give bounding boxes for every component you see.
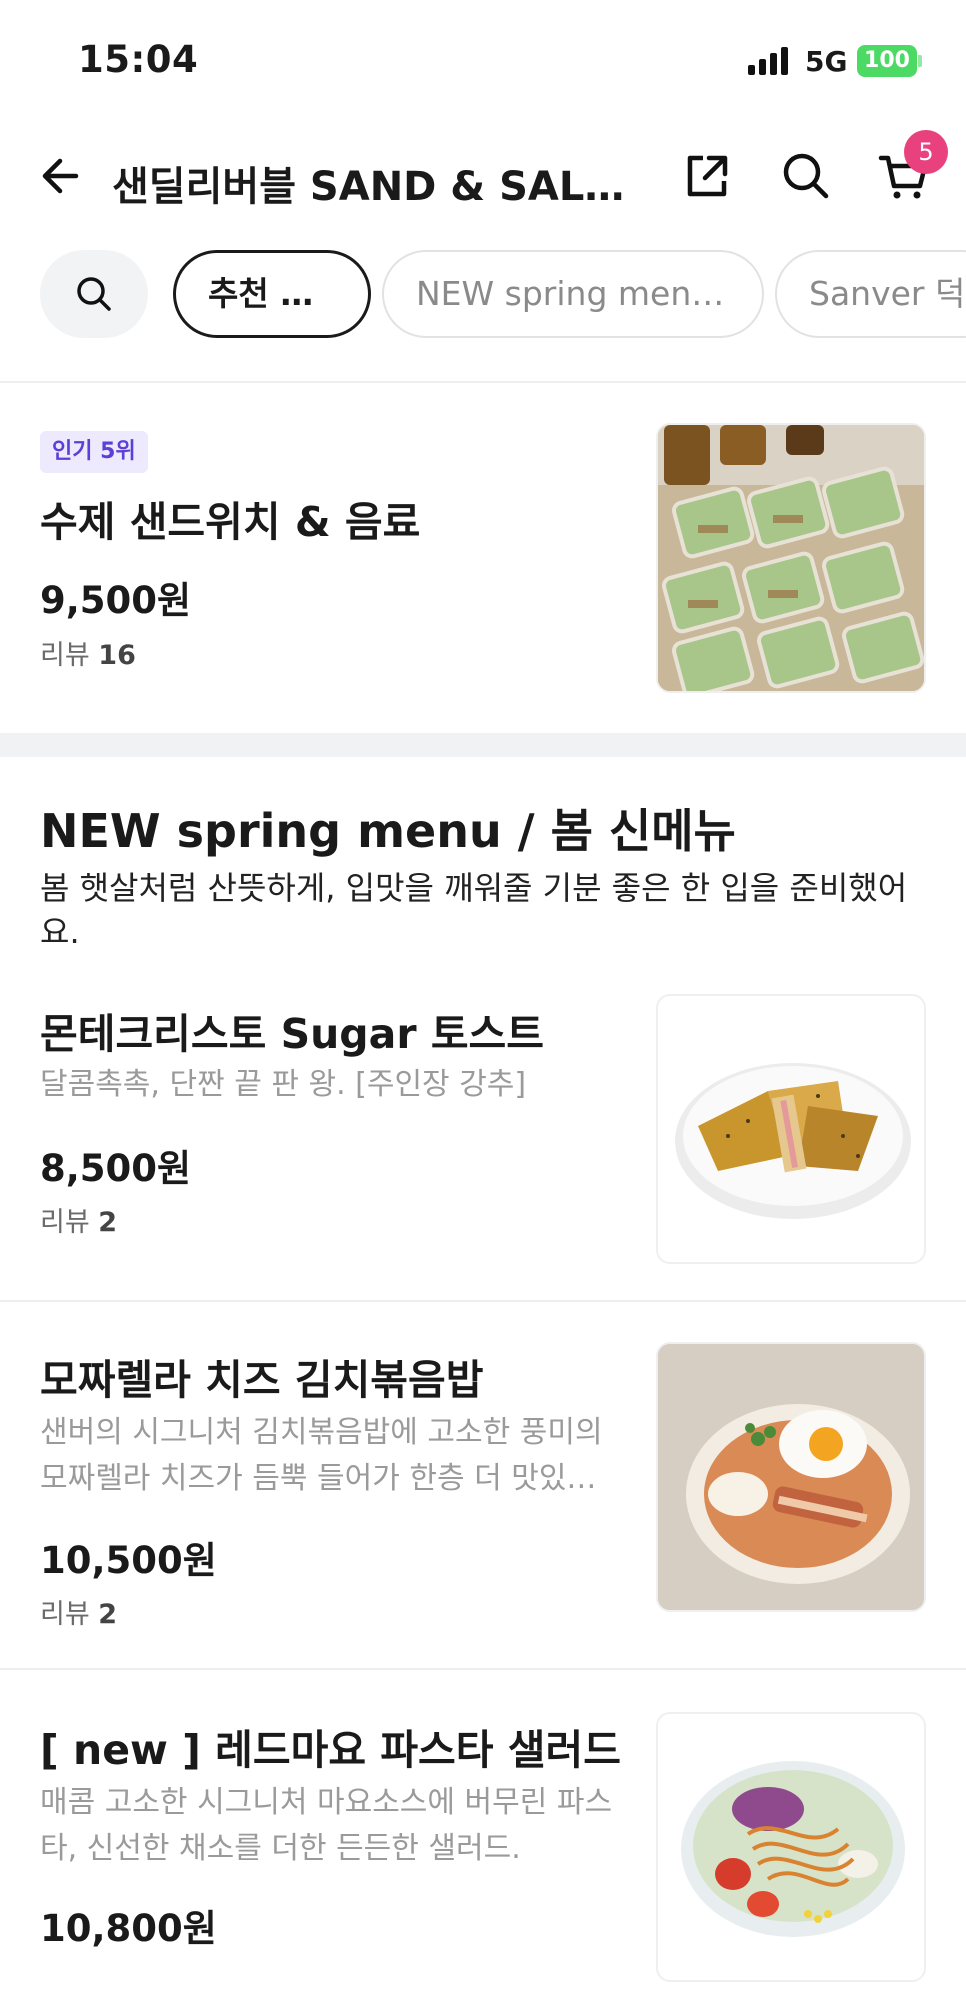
back-arrow-icon[interactable]: [36, 150, 88, 202]
chip-sanver[interactable]: Sanver 덕: [775, 250, 966, 338]
item-description: 샌버의 시그니처 김치볶음밥에 고소한 풍미의 모짜렐라 치즈가 듬뿍 들어가 …: [40, 1415, 603, 1496]
menu-search-button[interactable]: [40, 250, 148, 338]
menu-item[interactable]: 모짜렐라 치즈 김치볶음밥 샌버의 시그니처 김치볶음밥에 고소한 풍미의 모짜…: [0, 1302, 966, 1668]
chip-new-spring[interactable]: NEW spring men…: [382, 250, 764, 338]
popular-rank-badge: 인기 5위: [40, 431, 148, 473]
item-price: 10,500원: [40, 1539, 217, 1582]
item-price: 9,500원: [40, 579, 192, 622]
item-image-pasta-salad: [656, 1712, 926, 1982]
status-time: 15:04: [78, 38, 199, 81]
cart-count-badge: 5: [904, 130, 948, 174]
item-name: [ new ] 레드마요 파스타 샐러드: [40, 1726, 621, 1774]
top-nav: 샌딜리버블 SAND & SALAD…: [0, 120, 966, 232]
item-image-kimchi-rice: [656, 1342, 926, 1612]
item-name: 모짜렐라 치즈 김치볶음밥: [40, 1356, 484, 1404]
item-description: 달콤촉촉, 단짠 끝 판 왕. [주인장 강추]: [40, 1067, 527, 1102]
menu-item[interactable]: [ new ] 레드마요 파스타 샐러드 매콤 고소한 시그니처 마요소스에 버…: [0, 1670, 966, 2000]
store-title: 샌딜리버블 SAND & SALAD…: [112, 164, 652, 210]
category-chips: 추천 메뉴 NEW spring men… Sanver 덕: [0, 248, 966, 342]
item-price: 8,500원: [40, 1147, 192, 1190]
search-icon[interactable]: [780, 150, 832, 202]
section-description: 봄 햇살처럼 산뜻하게, 입맛을 깨워줄 기분 좋은 한 입을 준비했어요.: [40, 869, 908, 951]
item-price: 10,800원: [40, 1907, 217, 1950]
menu-item[interactable]: 몬테크리스토 Sugar 토스트 달콤촉촉, 단짠 끝 판 왕. [주인장 강추…: [0, 960, 966, 1300]
battery-tip: [918, 55, 922, 67]
share-icon[interactable]: [681, 150, 733, 202]
battery-icon: 100: [857, 45, 917, 77]
item-name: 몬테크리스토 Sugar 토스트: [40, 1010, 544, 1058]
item-review: 리뷰 2: [40, 1599, 118, 1630]
item-description: 매콤 고소한 시그니처 마요소스에 버무린 파스타, 신선한 채소를 더한 든든…: [40, 1785, 613, 1866]
item-image-sandwich: [656, 423, 926, 693]
section-divider: [0, 733, 966, 757]
chip-recommended[interactable]: 추천 메뉴: [173, 250, 371, 338]
item-name: 수제 샌드위치 & 음료: [40, 498, 421, 546]
section-title: NEW spring menu / 봄 신메뉴: [40, 804, 736, 858]
signal-icon: [748, 47, 792, 75]
item-review: 리뷰 16: [40, 640, 136, 671]
item-review: 리뷰 2: [40, 1207, 118, 1238]
menu-item-recommended[interactable]: 인기 5위 수제 샌드위치 & 음료 9,500원 리뷰 16: [0, 383, 966, 733]
status-bar: 15:04 5G 100: [0, 0, 966, 120]
network-label: 5G: [805, 45, 848, 78]
item-image-toast: [656, 994, 926, 1264]
